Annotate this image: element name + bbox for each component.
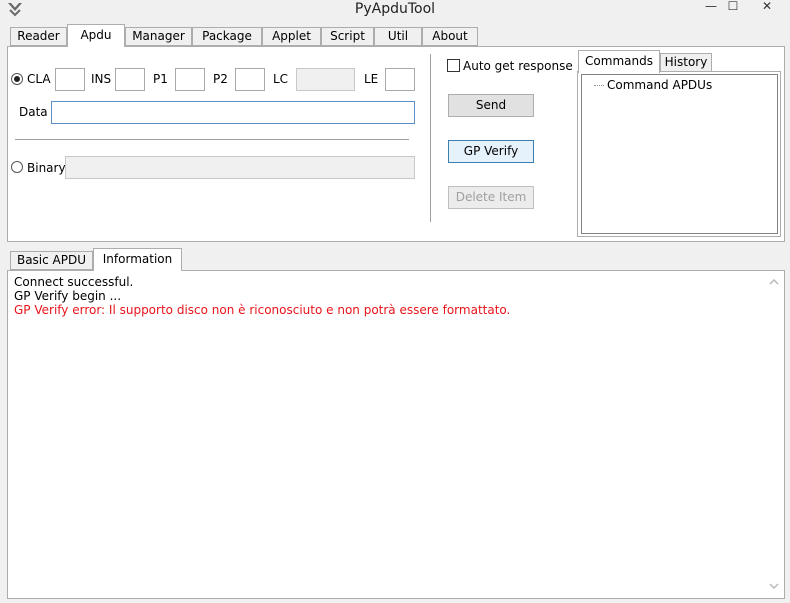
maximize-button[interactable]: ☐ bbox=[720, 0, 746, 16]
divider bbox=[15, 139, 409, 140]
auto-get-response-label: Auto get response bbox=[463, 59, 573, 73]
tab-manager[interactable]: Manager bbox=[125, 27, 192, 46]
tab-information[interactable]: Information bbox=[93, 248, 182, 271]
auto-get-response-checkbox[interactable] bbox=[447, 59, 460, 72]
log-scrollbar[interactable] bbox=[766, 272, 783, 597]
tree-node-command-apdus[interactable]: Command APDUs bbox=[607, 77, 712, 93]
tab-apdu[interactable]: Apdu bbox=[67, 24, 125, 47]
ins-label: INS bbox=[91, 72, 112, 86]
scroll-down-icon[interactable] bbox=[768, 580, 780, 592]
vertical-separator bbox=[430, 54, 431, 222]
binary-input bbox=[65, 156, 415, 179]
data-label: Data bbox=[19, 105, 48, 119]
p1-input[interactable] bbox=[175, 68, 205, 91]
window-title: PyApduTool bbox=[354, 1, 436, 17]
close-button[interactable]: ✕ bbox=[754, 0, 780, 16]
tab-package[interactable]: Package bbox=[192, 27, 262, 46]
tab-about[interactable]: About bbox=[422, 27, 478, 46]
lc-input bbox=[296, 68, 355, 91]
tab-commands[interactable]: Commands bbox=[578, 50, 660, 73]
tab-basic-apdu[interactable]: Basic APDU bbox=[10, 251, 93, 270]
gp-verify-button[interactable]: GP Verify bbox=[448, 140, 534, 163]
le-label: LE bbox=[364, 72, 379, 86]
p2-input[interactable] bbox=[235, 68, 265, 91]
tab-history[interactable]: History bbox=[660, 53, 712, 72]
lc-label: LC bbox=[273, 72, 289, 86]
information-log[interactable] bbox=[7, 270, 785, 599]
tab-applet[interactable]: Applet bbox=[262, 27, 321, 46]
log-line: Connect successful. bbox=[14, 275, 134, 289]
p2-label: P2 bbox=[213, 72, 228, 86]
send-button[interactable]: Send bbox=[448, 94, 534, 117]
data-input[interactable] bbox=[51, 101, 415, 124]
p1-label: P1 bbox=[153, 72, 168, 86]
delete-item-button[interactable]: Delete Item bbox=[448, 186, 534, 209]
cla-label: CLA bbox=[27, 72, 51, 86]
log-line: GP Verify begin ... bbox=[14, 289, 122, 303]
tree-connector bbox=[594, 85, 604, 86]
le-input[interactable] bbox=[385, 68, 415, 91]
command-tree[interactable] bbox=[581, 74, 778, 234]
binary-radio[interactable] bbox=[11, 161, 23, 173]
binary-label: Binary bbox=[27, 161, 66, 175]
tab-script[interactable]: Script bbox=[321, 27, 374, 46]
tab-reader[interactable]: Reader bbox=[10, 27, 67, 46]
ins-input[interactable] bbox=[115, 68, 145, 91]
log-line-error: GP Verify error: Il supporto disco non è… bbox=[14, 303, 511, 317]
cla-input[interactable] bbox=[55, 68, 85, 91]
tab-util[interactable]: Util bbox=[374, 27, 422, 46]
cla-radio[interactable] bbox=[11, 73, 23, 85]
scroll-up-icon[interactable] bbox=[768, 276, 780, 288]
